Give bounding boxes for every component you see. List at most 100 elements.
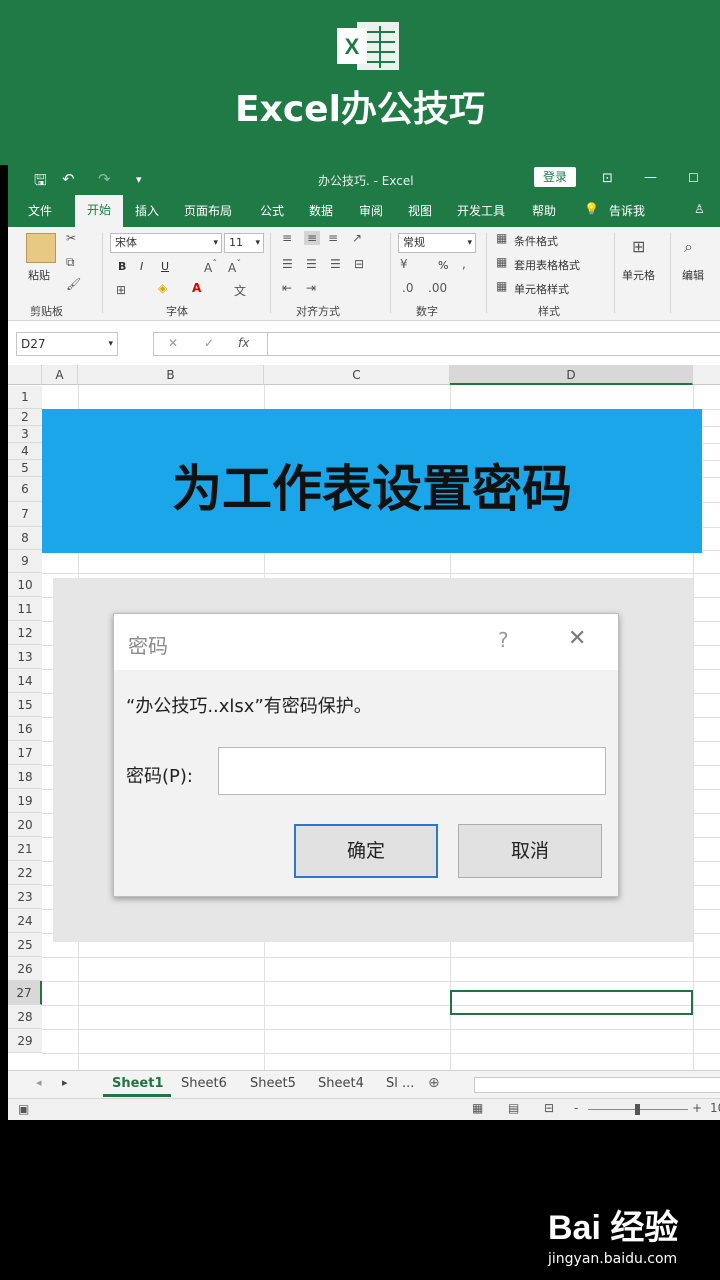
decrease-font-icon[interactable]: Aˇ	[228, 259, 241, 275]
bold-button[interactable]: B	[118, 260, 126, 273]
percent-button[interactable]: %	[438, 259, 448, 272]
cancel-button[interactable]: 取消	[458, 824, 602, 878]
password-input[interactable]	[218, 747, 606, 795]
format-painter-icon[interactable]: 🖌	[66, 277, 81, 291]
normal-view-icon[interactable]: ▦	[472, 1101, 483, 1115]
zoom-in-button[interactable]: +	[692, 1101, 702, 1115]
user-icon[interactable]: ♙	[694, 202, 705, 216]
zoom-out-button[interactable]: -	[574, 1101, 578, 1115]
row-header[interactable]: 3	[8, 426, 42, 443]
underline-button[interactable]: U	[161, 260, 169, 273]
cell-styles-icon[interactable]: ▦	[496, 279, 507, 293]
customize-qat-icon[interactable]: ▾	[136, 173, 142, 186]
zoom-level[interactable]: 10	[710, 1101, 720, 1115]
tab-developer[interactable]: 开发工具	[457, 202, 505, 219]
maximize-icon[interactable]: ☐	[688, 171, 699, 185]
cells-icon[interactable]: ⊞	[632, 237, 645, 256]
row-header[interactable]: 22	[8, 861, 42, 885]
row-header[interactable]: 27	[8, 981, 42, 1005]
row-header[interactable]: 23	[8, 885, 42, 909]
sheet-tab-more[interactable]: Sl ...	[386, 1076, 414, 1091]
tab-page-layout[interactable]: 页面布局	[184, 202, 232, 219]
close-icon[interactable]: ✕	[568, 626, 586, 651]
tab-view[interactable]: 视图	[408, 202, 432, 219]
ok-button[interactable]: 确定	[294, 824, 438, 878]
decrease-decimal-icon[interactable]: .00	[428, 281, 447, 295]
undo-icon[interactable]: ↶	[62, 170, 75, 188]
row-header[interactable]: 14	[8, 669, 42, 693]
row-header[interactable]: 2	[8, 409, 42, 426]
help-icon[interactable]: ?	[498, 628, 509, 652]
comma-style-icon[interactable]: ,	[462, 257, 466, 271]
row-header[interactable]: 5	[8, 460, 42, 477]
column-header-b[interactable]: B	[78, 365, 264, 385]
table-format-button[interactable]: 套用表格格式	[514, 257, 580, 273]
login-button[interactable]: 登录	[534, 167, 576, 187]
row-header[interactable]: 12	[8, 621, 42, 645]
redo-icon[interactable]: ↷	[98, 170, 111, 188]
align-left-icon[interactable]: ☰	[282, 257, 293, 271]
font-name-select[interactable]: 宋体 ▾	[110, 233, 222, 253]
tab-insert[interactable]: 插入	[135, 202, 159, 219]
row-header[interactable]: 21	[8, 837, 42, 861]
sheet-tab-sheet5[interactable]: Sheet5	[250, 1076, 296, 1091]
add-sheet-icon[interactable]: ⊕	[428, 1075, 440, 1091]
align-middle-icon[interactable]: ≡	[304, 231, 321, 245]
conditional-format-icon[interactable]: ▦	[496, 231, 507, 245]
insert-function-icon[interactable]: fx	[238, 336, 249, 350]
paste-icon[interactable]	[26, 233, 56, 263]
increase-font-icon[interactable]: Aˆ	[204, 259, 217, 275]
sheet-tab-sheet1[interactable]: Sheet1	[112, 1076, 164, 1091]
paste-label[interactable]: 粘贴	[28, 267, 50, 283]
row-header[interactable]: 25	[8, 933, 42, 957]
row-header[interactable]: 16	[8, 717, 42, 741]
row-header[interactable]: 7	[8, 502, 42, 527]
tell-me-search[interactable]: 告诉我	[609, 202, 645, 219]
select-all-corner[interactable]	[8, 365, 42, 385]
scroll-left-icon[interactable]: ◂	[36, 1076, 42, 1089]
sheet-tab-sheet6[interactable]: Sheet6	[181, 1076, 227, 1091]
align-top-icon[interactable]: ≡	[282, 231, 292, 245]
font-size-select[interactable]: 11 ▾	[224, 233, 264, 253]
row-header[interactable]: 13	[8, 645, 42, 669]
minimize-icon[interactable]: —	[644, 170, 657, 185]
save-icon[interactable]: 🖫	[34, 170, 47, 195]
lightbulb-icon[interactable]: 💡	[584, 202, 599, 216]
cell-styles-button[interactable]: 单元格样式	[514, 281, 569, 297]
column-header-d[interactable]: D	[450, 365, 693, 385]
formula-input[interactable]	[267, 332, 720, 356]
increase-decimal-icon[interactable]: .0	[402, 281, 413, 295]
horizontal-scrollbar[interactable]	[474, 1077, 720, 1093]
phonetic-icon[interactable]: 文	[234, 282, 246, 299]
sheet-tab-sheet4[interactable]: Sheet4	[318, 1076, 364, 1091]
row-header[interactable]: 19	[8, 789, 42, 813]
row-header[interactable]: 28	[8, 1005, 42, 1029]
align-center-icon[interactable]: ☰	[306, 257, 317, 271]
accounting-format-icon[interactable]: ¥	[400, 257, 408, 271]
macro-record-icon[interactable]: ▣	[18, 1102, 29, 1116]
font-color-icon[interactable]: A	[192, 281, 201, 295]
ribbon-display-icon[interactable]: ⊡	[602, 171, 613, 186]
tab-home[interactable]: 开始	[75, 195, 123, 227]
editing-search-icon[interactable]: ⌕	[684, 237, 693, 257]
row-header[interactable]: 11	[8, 597, 42, 621]
row-header[interactable]: 26	[8, 957, 42, 981]
row-header[interactable]: 24	[8, 909, 42, 933]
copy-icon[interactable]: ⧉	[66, 255, 75, 270]
row-header[interactable]: 8	[8, 527, 42, 550]
tab-data[interactable]: 数据	[309, 202, 333, 219]
borders-icon[interactable]: ⊞	[116, 283, 126, 297]
row-header[interactable]: 6	[8, 477, 42, 502]
row-header[interactable]: 29	[8, 1029, 42, 1053]
zoom-slider-thumb[interactable]	[635, 1104, 640, 1115]
fill-color-icon[interactable]: ◈	[158, 281, 167, 295]
name-box[interactable]: D27 ▾	[16, 332, 118, 356]
orientation-icon[interactable]: ↗	[352, 231, 362, 245]
align-right-icon[interactable]: ☰	[330, 257, 341, 271]
row-header[interactable]: 20	[8, 813, 42, 837]
cells-button[interactable]: 单元格	[622, 267, 655, 283]
row-header[interactable]: 1	[8, 386, 42, 409]
row-header[interactable]: 10	[8, 573, 42, 597]
row-header[interactable]: 9	[8, 550, 42, 573]
conditional-format-button[interactable]: 条件格式	[514, 233, 558, 249]
